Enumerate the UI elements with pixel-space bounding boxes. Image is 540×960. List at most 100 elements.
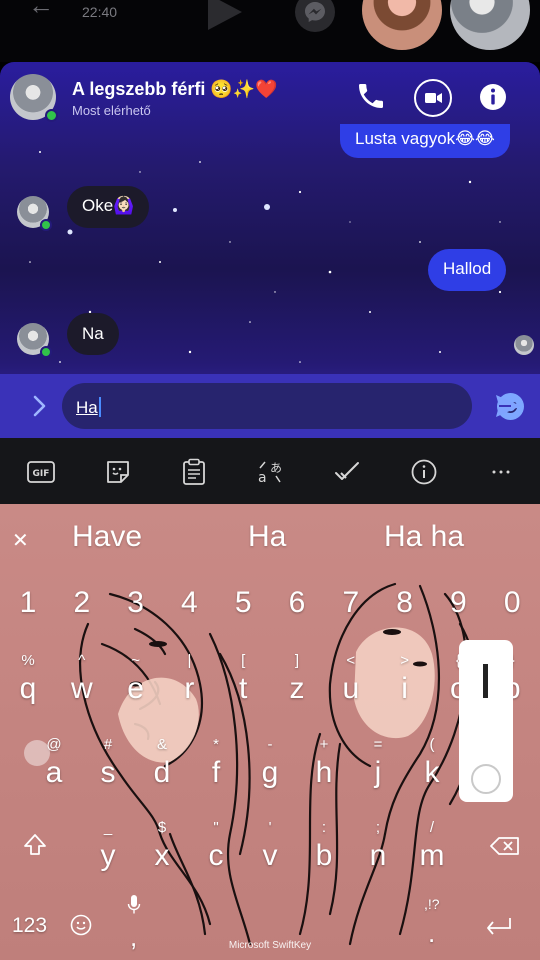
suggestion-2[interactable]: Ha: [248, 520, 286, 554]
cursor-handle-icon[interactable]: [471, 764, 501, 794]
letter-key[interactable]: " c: [189, 819, 243, 879]
play-icon[interactable]: [208, 0, 242, 30]
info-icon[interactable]: [410, 458, 438, 486]
key-label: h: [315, 756, 333, 789]
emoji-key-icon[interactable]: [70, 914, 92, 941]
clipboard-icon[interactable]: [180, 458, 208, 486]
close-suggestions-icon[interactable]: ✕: [12, 528, 29, 553]
numbers-key[interactable]: 123: [12, 914, 47, 938]
number-key[interactable]: 8: [378, 586, 432, 620]
message-bubble[interactable]: Na: [67, 313, 119, 355]
key-alt-symbol: [: [241, 652, 246, 669]
key-label: k: [424, 756, 440, 789]
contact-avatar[interactable]: [10, 74, 58, 122]
number-key[interactable]: 9: [431, 586, 485, 620]
message-bubble[interactable]: Oke🙆🏻‍♀️: [67, 186, 150, 228]
key-alt-symbol: %: [21, 652, 35, 669]
chat-head-avatar[interactable]: [362, 0, 442, 50]
key-alt-symbol: :: [321, 819, 327, 836]
number-key[interactable]: 2: [55, 586, 109, 620]
letter-key[interactable]: | r: [162, 652, 216, 712]
sender-avatar[interactable]: [17, 323, 52, 358]
number-key[interactable]: 6: [270, 586, 324, 620]
translate-icon[interactable]: aあ: [256, 458, 284, 486]
letter-key[interactable]: & d: [135, 736, 189, 796]
letter-key[interactable]: < u: [324, 652, 378, 712]
key-label: b: [315, 839, 333, 872]
backspace-icon[interactable]: [490, 836, 520, 861]
letter-key[interactable]: (k: [405, 736, 459, 796]
letter-key[interactable]: -g: [243, 736, 297, 796]
letter-key[interactable]: = j: [351, 736, 405, 796]
letter-key[interactable]: + h: [297, 736, 351, 796]
key-alt-symbol: ]: [294, 652, 300, 669]
key-alt-symbol: *: [213, 736, 219, 753]
letter-key[interactable]: ; n: [351, 819, 405, 879]
key-label: s: [100, 756, 116, 789]
key-label: m: [419, 839, 445, 872]
key-label: t: [239, 672, 248, 705]
editor-check-icon[interactable]: [333, 458, 361, 486]
letter-key[interactable]: ' v: [243, 819, 297, 879]
touch-indicator: [24, 740, 50, 766]
suggestion-1[interactable]: Have: [72, 520, 142, 554]
chevron-right-icon[interactable]: [28, 392, 52, 420]
number-key[interactable]: 4: [162, 586, 216, 620]
number-key[interactable]: 7: [324, 586, 378, 620]
cursor-control-popup[interactable]: [459, 640, 513, 802]
key-label: j: [374, 756, 382, 789]
gif-icon[interactable]: GIF: [27, 458, 55, 486]
shift-icon[interactable]: [22, 832, 48, 863]
suggestion-3[interactable]: Ha ha: [384, 520, 464, 554]
key-label: i: [401, 672, 408, 705]
letter-key[interactable]: $ x: [135, 819, 189, 879]
message-input-text: Ha: [76, 398, 98, 417]
chat-header: A legszebb férfi 🥺✨❤️ Most elérhető: [0, 62, 540, 132]
number-key[interactable]: 0: [485, 586, 539, 620]
swiftkey-keyboard: ✕ Have Ha Ha ha 1234567890 % q ^ w ~ e | r[t] z <…: [0, 504, 540, 960]
letter-key[interactable]: # s: [81, 736, 135, 796]
back-arrow-icon[interactable]: ←: [28, 0, 54, 21]
enter-icon[interactable]: [484, 916, 514, 943]
letter-key[interactable]: % q: [1, 652, 55, 712]
send-icon[interactable]: [493, 391, 523, 421]
phone-call-icon[interactable]: [355, 80, 391, 116]
contact-status: Most elérhető: [72, 103, 151, 118]
chat-head-avatar[interactable]: [450, 0, 530, 50]
letter-key[interactable]: / m: [405, 819, 459, 879]
letter-key[interactable]: * f: [189, 736, 243, 796]
key-label: g: [261, 756, 279, 789]
number-key[interactable]: 5: [216, 586, 270, 620]
message-bubble[interactable]: Hallod: [428, 249, 507, 291]
status-time: 22:40: [82, 4, 118, 20]
message-bubble[interactable]: Lusta vagyok😂😂: [340, 124, 510, 158]
online-indicator: [40, 346, 52, 358]
messenger-icon[interactable]: [295, 0, 335, 32]
text-caret: [98, 397, 101, 417]
contact-name[interactable]: A legszebb férfi 🥺✨❤️: [72, 79, 278, 100]
number-key[interactable]: 1: [1, 586, 55, 620]
message-input[interactable]: Ha: [62, 383, 524, 429]
letter-key[interactable]: > i: [378, 652, 432, 712]
chat-window: A legszebb férfi 🥺✨❤️ Most elérhető Lust…: [0, 62, 540, 438]
letter-key[interactable]: ] z: [270, 652, 324, 712]
video-call-icon[interactable]: [414, 79, 452, 117]
microphone-icon[interactable]: [127, 894, 141, 921]
letter-key[interactable]: _ y: [81, 819, 135, 879]
sticker-icon[interactable]: [104, 458, 132, 486]
letter-key[interactable]: ~ e: [109, 652, 163, 712]
letter-key[interactable]: ^ w: [55, 652, 109, 712]
keyboard-brand-label: Microsoft SwiftKey: [228, 940, 312, 951]
more-options-icon[interactable]: [487, 458, 515, 486]
number-key[interactable]: 3: [109, 586, 163, 620]
key-alt-symbol: |: [187, 652, 192, 669]
gif-label: GIF: [33, 469, 50, 479]
online-indicator: [40, 219, 52, 231]
key-label: f: [211, 756, 221, 789]
letter-key[interactable]: :b: [297, 819, 351, 879]
text-cursor-icon: [483, 664, 488, 698]
info-icon[interactable]: [476, 80, 512, 116]
key-alt-symbol: &: [156, 736, 167, 753]
letter-key[interactable]: [t: [216, 652, 270, 712]
sender-avatar[interactable]: [17, 196, 52, 231]
